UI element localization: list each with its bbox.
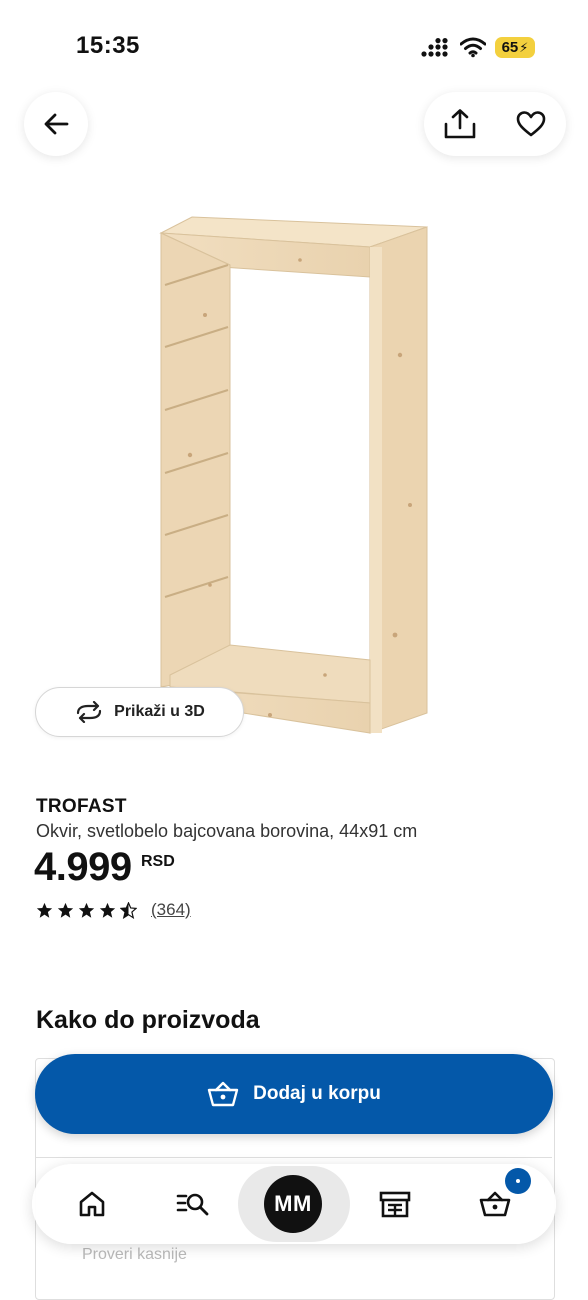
store-icon xyxy=(379,1191,411,1218)
availability-status: Proveri kasnije xyxy=(82,1246,187,1263)
star-half-icon xyxy=(120,901,137,919)
availability-title: Kako do proizvoda xyxy=(36,1006,260,1034)
share-button[interactable] xyxy=(436,100,484,148)
add-to-cart-button[interactable]: Dodaj u korpu xyxy=(35,1054,553,1134)
view-3d-label: Prikaži u 3D xyxy=(114,703,205,720)
status-bar: 15:35 65 ⚡ xyxy=(0,0,588,90)
share-icon xyxy=(444,109,475,139)
charging-icon: ⚡ xyxy=(519,39,529,55)
price-currency: RSD xyxy=(141,853,175,870)
product-name: TROFAST xyxy=(36,796,127,817)
bottom-navigation: MM xyxy=(32,1164,556,1244)
product-price: 4.999 xyxy=(34,845,132,889)
product-actions xyxy=(424,92,566,156)
add-to-cart-label: Dodaj u korpu xyxy=(253,1083,381,1104)
star-full-icon xyxy=(36,902,53,918)
basket-icon xyxy=(207,1081,239,1107)
product-rating[interactable]: (364) xyxy=(36,900,191,920)
signal-icon xyxy=(421,38,448,57)
nav-home[interactable] xyxy=(68,1180,116,1228)
rating-count-link[interactable]: (364) xyxy=(151,900,191,920)
cart-badge-dot xyxy=(516,1179,520,1183)
battery-level: 65 xyxy=(501,39,519,56)
basket-icon xyxy=(479,1191,511,1217)
nav-search[interactable] xyxy=(169,1180,217,1228)
divider xyxy=(36,1157,552,1158)
nav-stores[interactable] xyxy=(371,1180,419,1228)
home-icon xyxy=(79,1191,105,1217)
star-full-icon xyxy=(78,902,95,918)
cart-badge xyxy=(505,1168,531,1194)
view-3d-button[interactable]: Prikaži u 3D xyxy=(35,687,244,737)
star-full-icon xyxy=(57,902,74,918)
back-button[interactable] xyxy=(24,92,88,156)
battery-indicator: 65 ⚡ xyxy=(495,37,535,58)
rotate-3d-icon xyxy=(77,701,102,723)
profile-avatar[interactable]: MM xyxy=(264,1175,322,1233)
star-full-icon xyxy=(99,902,116,918)
favorite-button[interactable] xyxy=(507,100,555,148)
heart-icon xyxy=(516,111,545,137)
arrow-left-icon xyxy=(44,113,69,135)
product-description: Okvir, svetlobelo bajcovana borovina, 44… xyxy=(36,821,418,841)
product-image xyxy=(159,216,428,734)
search-list-icon xyxy=(176,1193,209,1216)
status-time: 15:35 xyxy=(76,32,140,59)
wifi-icon xyxy=(460,37,486,58)
